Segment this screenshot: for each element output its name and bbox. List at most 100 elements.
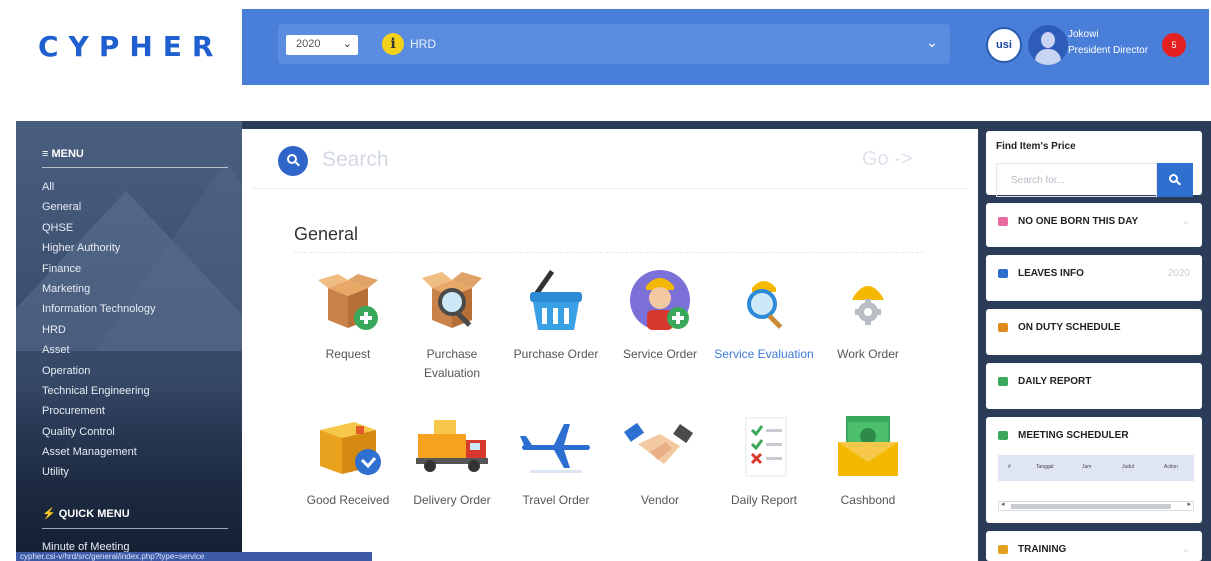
department-switcher[interactable]: 2020 ⌄ i HRD ⌄ [278,24,950,64]
widget-label: NO ONE BORN THIS DAY [1018,216,1139,227]
widget-on-duty-schedule[interactable]: ON DUTY SCHEDULE [986,309,1202,355]
tile-label: Travel Order [522,493,590,507]
tile-work-order[interactable]: Work Order [818,266,918,364]
box-magnifier-icon [422,272,482,328]
plane-icon [998,269,1008,278]
checklist-icon [745,417,787,477]
search-icon-handle [295,161,300,167]
horizontal-scrollbar[interactable]: ◂ ▸ [998,501,1194,511]
calendar-icon [998,431,1008,440]
tile-cashbond[interactable]: Cashbond [818,412,918,510]
user-role: President Director [1068,45,1149,56]
user-name: Jokowi [1068,29,1099,40]
tile-label: Good Received [306,493,390,507]
widget-label: ON DUTY SCHEDULE [1018,322,1121,333]
tile-delivery-order[interactable]: Delivery Order [402,412,502,510]
scheduler-table-header: # Tanggal Jam Judul Action [998,455,1194,481]
tile-travel-order[interactable]: Travel Order [506,412,606,510]
search-input[interactable]: Search [322,148,389,172]
scroll-right-icon[interactable]: ▸ [1187,500,1191,508]
widget-training[interactable]: TRAINING ⌄ [986,531,1202,561]
sidebar: ≡ MENU All General QHSE Higher Authority… [16,121,242,561]
tile-label: Service Evaluation [714,347,814,361]
tile-purchase-evaluation[interactable]: Purchase Evaluation [402,266,502,383]
search-button[interactable] [278,146,308,176]
tile-purchase-order[interactable]: Purchase Order [506,266,606,364]
sidebar-item-hrd[interactable]: HRD [42,322,156,342]
tile-vendor[interactable]: Vendor [610,412,710,510]
widget-leaves-info[interactable]: LEAVES INFO 2020 [986,255,1202,301]
user-avatar[interactable] [1028,25,1068,65]
sidebar-item-asset-management[interactable]: Asset Management [42,444,156,464]
main-area: Search Go -> General Request Purchase Ev… [242,121,978,561]
sidebar-item-all[interactable]: All [42,179,156,199]
find-price-card: Find Item's Price Search for... [986,131,1202,197]
chevron-down-icon[interactable]: ⌄ [1182,544,1190,555]
widget-label: MEETING SCHEDULER [1018,430,1129,441]
tile-label: Request [325,347,371,361]
price-search-input[interactable]: Search for... [996,163,1157,197]
divider [252,188,968,189]
avatar-head [1041,32,1055,48]
tile-label: Purchase Evaluation [423,347,481,380]
right-panel: Find Item's Price Search for... NO ONE B… [978,121,1211,561]
money-envelope-icon [838,416,898,476]
tile-daily-report[interactable]: Daily Report [714,412,814,510]
divider [294,252,924,253]
divider [42,528,228,529]
sidebar-item-qhse[interactable]: QHSE [42,220,156,240]
tile-label: Vendor [640,493,680,507]
worker-magnifier-icon [747,281,783,329]
top-bar: 2020 ⌄ i HRD ⌄ usi Jokowi President Dire… [242,9,1209,85]
chevron-down-icon[interactable]: ⌄ [926,34,938,51]
sidebar-item-utility[interactable]: Utility [42,464,156,484]
app-logo[interactable]: CYPHER [38,30,223,63]
tile-service-evaluation[interactable]: Service Evaluation [714,266,814,364]
widget-label: LEAVES INFO [1018,268,1084,279]
sidebar-item-operation[interactable]: Operation [42,363,156,383]
chevron-down-icon: ⌄ [342,38,352,50]
tile-service-order[interactable]: Service Order [610,266,710,364]
widget-daily-report[interactable]: DAILY REPORT [986,363,1202,409]
sidebar-item-marketing[interactable]: Marketing [42,281,156,301]
tile-label: Delivery Order [413,493,491,507]
sidebar-item-asset[interactable]: Asset [42,342,156,362]
quick-menu-title: ⚡ QUICK MENU [42,508,130,520]
menu-title: ≡ MENU [42,148,84,160]
sidebar-item-information-technology[interactable]: Information Technology [42,301,156,321]
tile-label: Work Order [837,347,899,361]
year-select-value: 2020 [296,38,321,50]
sidebar-item-procurement[interactable]: Procurement [42,403,156,423]
sidebar-item-finance[interactable]: Finance [42,261,156,281]
widget-birthdays[interactable]: NO ONE BORN THIS DAY ⌄ [986,203,1202,247]
main-card: Search Go -> General Request Purchase Ev… [242,129,978,561]
calendar-icon [998,377,1008,386]
cake-icon [998,217,1008,226]
price-search-button[interactable] [1157,163,1193,197]
scrollbar-thumb[interactable] [1011,504,1171,509]
column-header: Action [1164,464,1178,470]
column-header: Tanggal [1036,464,1054,470]
column-header: Jam [1082,464,1092,470]
chevron-down-icon[interactable]: ⌄ [1182,216,1190,227]
scroll-left-icon[interactable]: ◂ [1001,500,1005,508]
airplane-icon [520,424,590,473]
sidebar-item-quality-control[interactable]: Quality Control [42,424,156,444]
avatar-body [1035,49,1061,65]
sidebar-item-higher-authority[interactable]: Higher Authority [42,240,156,260]
widget-year: 2020 [1167,268,1190,279]
handshake-icon [624,422,694,464]
go-button[interactable]: Go -> [862,148,913,171]
section-title: General [294,224,359,244]
sidebar-menu: All General QHSE Higher Authority Financ… [42,179,156,485]
sidebar-item-technical-engineering[interactable]: Technical Engineering [42,383,156,403]
sidebar-item-general[interactable]: General [42,199,156,219]
tile-request[interactable]: Request [298,266,398,364]
app-root: CYPHER 2020 ⌄ i HRD ⌄ usi Jokowi Preside… [0,0,1211,561]
folder-icon [998,545,1008,554]
tile-good-received[interactable]: Good Received [298,412,398,510]
info-icon: i [382,33,404,55]
notification-badge[interactable]: 5 [1162,33,1186,57]
year-select[interactable]: 2020 ⌄ [286,35,358,55]
widget-meeting-scheduler[interactable]: MEETING SCHEDULER # Tanggal Jam Judul Ac… [986,417,1202,523]
